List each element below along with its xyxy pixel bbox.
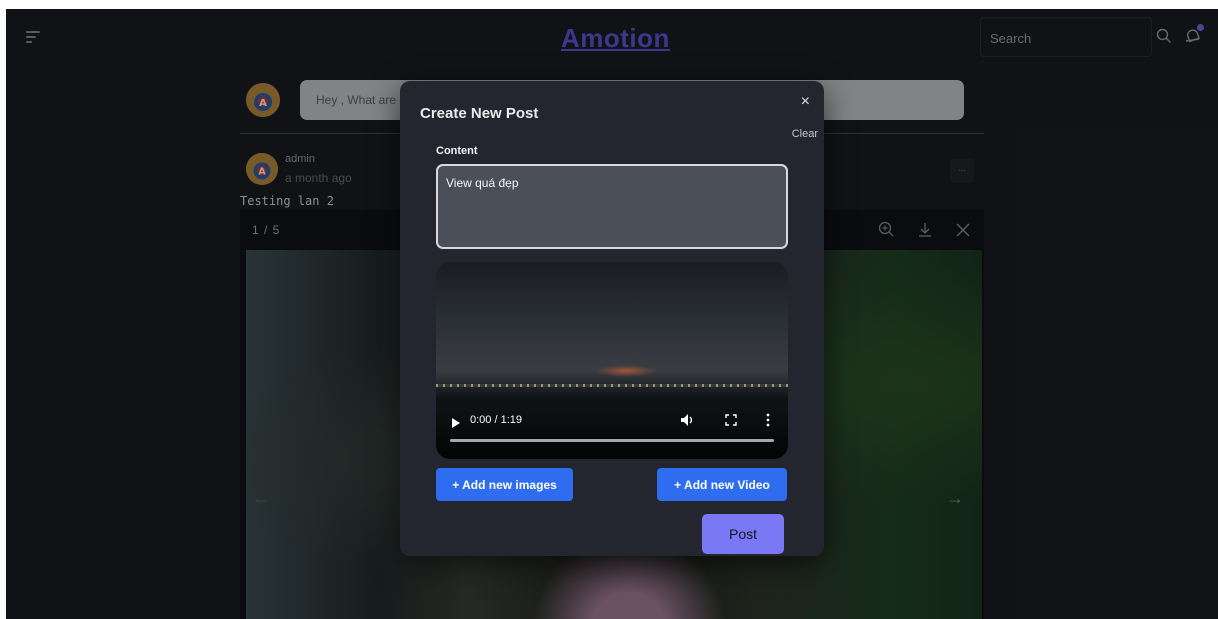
post-button[interactable]: Post (702, 514, 784, 554)
create-post-modal: Create New Post × Clear Content View quá… (400, 81, 824, 556)
video-frame-glow (596, 365, 656, 377)
fullscreen-icon[interactable] (725, 414, 737, 426)
close-icon[interactable]: × (801, 93, 810, 111)
video-time: 0:00 / 1:19 (470, 414, 522, 426)
add-images-button[interactable]: + Add new images (436, 468, 573, 501)
modal-title: Create New Post (420, 105, 539, 122)
app-window: Amotion Search A Hey , What are A admin … (6, 9, 1218, 619)
more-options-icon[interactable] (766, 413, 770, 427)
video-frame-skyline (436, 384, 788, 387)
play-icon[interactable] (452, 418, 460, 428)
video-progress-bar[interactable] (450, 439, 774, 442)
content-textarea[interactable]: View quá đẹp (436, 164, 788, 249)
clear-button[interactable]: Clear (792, 128, 818, 140)
volume-icon[interactable] (680, 413, 696, 427)
content-label: Content (436, 145, 478, 157)
video-player[interactable]: 0:00 / 1:19 (436, 262, 788, 459)
add-video-button[interactable]: + Add new Video (657, 468, 787, 501)
